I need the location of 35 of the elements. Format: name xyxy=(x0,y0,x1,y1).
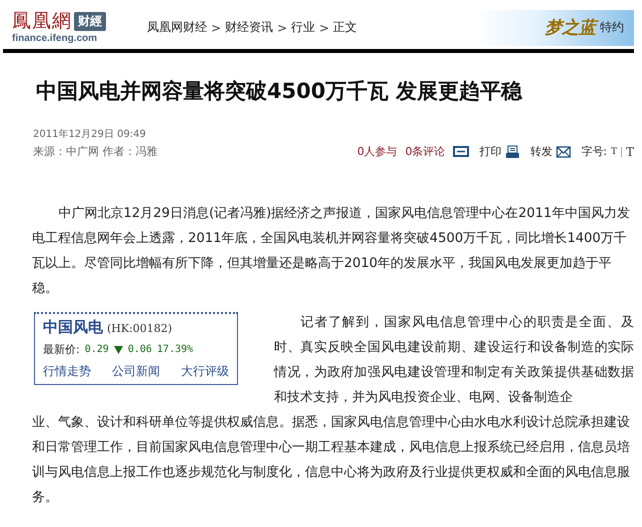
stock-price: 0.29 xyxy=(84,344,109,355)
breadcrumb-link[interactable]: 凤凰网财经 xyxy=(147,19,207,36)
breadcrumb-link[interactable]: 行业 xyxy=(291,19,316,36)
site-logo[interactable]: 鳳凰網 xyxy=(12,12,72,32)
stock-link[interactable]: 大行评级 xyxy=(181,363,229,380)
participants-link[interactable]: 0人参与 xyxy=(357,144,398,159)
font-smaller-button[interactable]: T xyxy=(610,146,617,156)
article-paragraph: 中广网北京12月29日消息(记者冯雅)据经济之声报道，国家风电信息管理中心在2011年中国风力发电工程信息网年会上透露，2011年底，全国风电装机并网容量将突破4500万千瓦，同比增长1400万千瓦以上。尽管同比增幅有所下降，但其增量还是略高于2010年的发展水平，我国风电发展更加趋于平稳。 xyxy=(32,205,631,298)
font-size-label: 字号: xyxy=(581,144,607,159)
breadcrumb-separator: > xyxy=(277,20,288,34)
breadcrumb-link[interactable]: 财经资讯 xyxy=(225,19,274,36)
section-badge: 财經 xyxy=(74,12,106,31)
stock-name[interactable]: 中国风电 xyxy=(43,318,103,337)
print-link[interactable]: 打印 xyxy=(479,144,502,159)
breadcrumb-separator: > xyxy=(319,20,330,34)
stock-link[interactable]: 行情走势 xyxy=(43,363,91,380)
comments-link[interactable]: 0条评论 xyxy=(405,144,446,159)
printer-icon[interactable] xyxy=(505,144,520,158)
font-larger-button[interactable]: T xyxy=(626,144,634,158)
article-source: 来源：中广网 作者：冯雅 xyxy=(33,144,158,159)
comment-icon[interactable] xyxy=(453,146,470,158)
forward-link[interactable]: 转发 xyxy=(530,144,552,159)
price-label: 最新价: xyxy=(43,342,80,357)
envelope-icon[interactable] xyxy=(556,146,572,158)
site-domain: finance.ifeng.com xyxy=(12,32,98,44)
percent-change: 17.39% xyxy=(156,344,194,355)
price-change: 0.06 xyxy=(128,344,152,355)
stock-link[interactable]: 公司新闻 xyxy=(112,363,160,380)
article-title: 中国风电并网容量将突破4500万千瓦 发展更趋平稳 xyxy=(36,78,524,105)
breadcrumb-link[interactable]: 正文 xyxy=(333,19,358,36)
breadcrumb-separator: > xyxy=(211,20,222,34)
article-date: 2011年12月29日 09:49 xyxy=(33,128,147,141)
stock-code: (HK:00182) xyxy=(107,322,172,335)
article-paragraph: 记者了解到，国家风电信息管理中心的职责是全面、及时、真实反映全国风电建设前期、建设运行和设备制造的实际情况，为政府加强风电建设管理和制定有关政策提供基础数据和技术支持，并为风电投资企业、电网、设备制造企 xyxy=(274,314,634,407)
article-paragraph: 业、气象、设计和科研单位等提供权威信息。据悉，国家风电信息管理中心由水电水利设计总院承担建设和日常管理工作，目前国家风电信息管理中心一期工程基本建成，风电信息上报系统已经启用，信息员培训与风电信息上报工作也逐步规范化与制度化，信息中心将为政府及行业提供更权威和全面的风电信息服务。 xyxy=(32,414,631,507)
